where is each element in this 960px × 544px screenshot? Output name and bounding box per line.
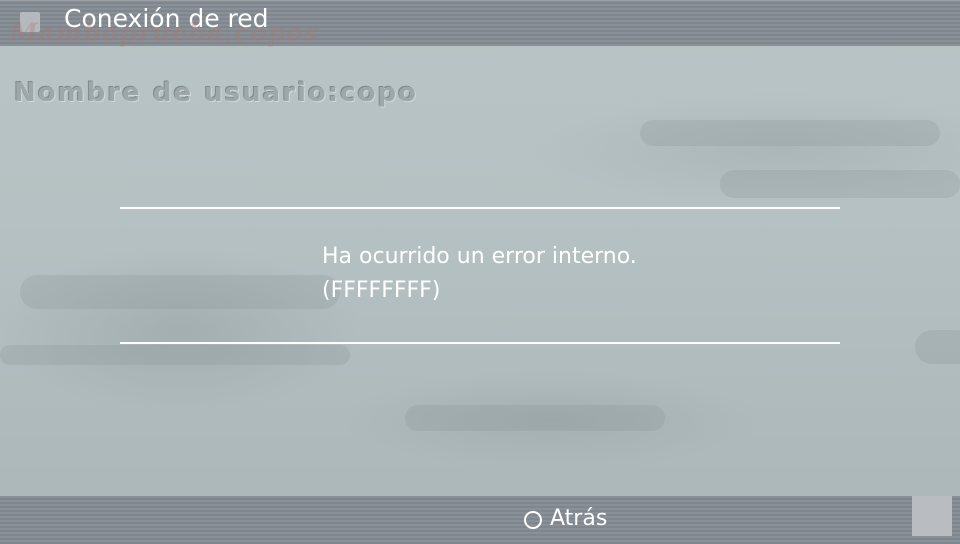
background-smudge [640, 120, 940, 146]
corner-indicator [912, 496, 952, 536]
bottom-bar [0, 496, 960, 544]
error-message-text: Ha ocurrido un error interno. [322, 244, 637, 269]
background-smudge [915, 330, 960, 364]
username-label: Nombre de usuario:copo [14, 78, 418, 108]
back-button[interactable]: Atrás [524, 506, 607, 531]
dialog-divider-top [120, 207, 840, 209]
background-smudge [720, 170, 960, 198]
background-smudge [0, 345, 350, 365]
circle-button-icon [524, 510, 542, 529]
error-code: (FFFFFFFF) [322, 278, 441, 303]
background-smudge [405, 405, 665, 431]
background-smudge [20, 275, 340, 309]
logo-watermark: Mamboprueba.copos [10, 18, 319, 47]
dialog-divider-bottom [120, 342, 840, 344]
error-message: Ha ocurrido un error interno. (FFFFFFFF) [322, 240, 637, 308]
back-label: Atrás [550, 506, 608, 531]
